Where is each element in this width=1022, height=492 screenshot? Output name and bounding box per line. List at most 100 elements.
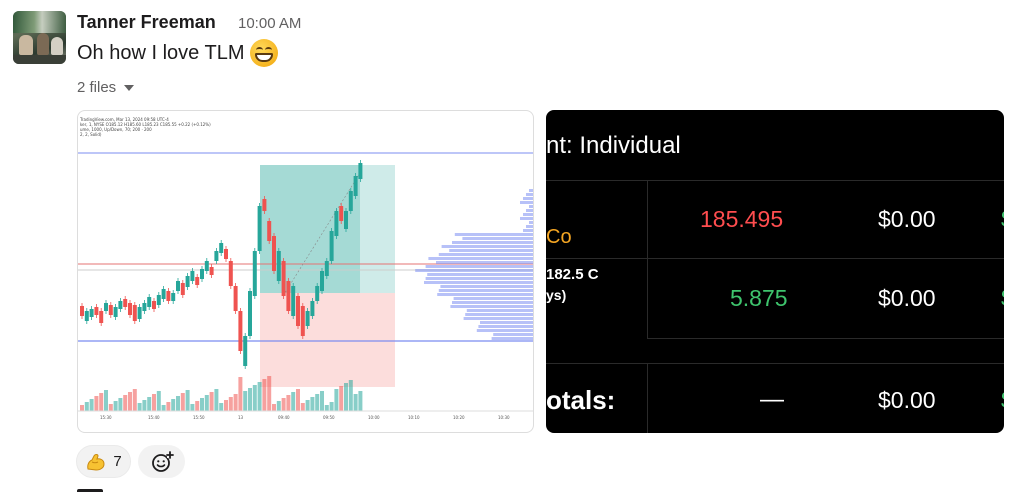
time-axis-label: 10:10 — [408, 415, 420, 420]
volume-bar — [310, 397, 315, 411]
volume-bar — [344, 383, 348, 411]
candle-body — [204, 261, 209, 271]
volume-bar — [300, 403, 305, 411]
candle-body — [257, 206, 262, 251]
volume-profile-bar — [449, 249, 533, 252]
add-emoji-icon — [151, 450, 174, 472]
add-reaction-button[interactable] — [138, 445, 185, 478]
candle-body — [185, 276, 190, 287]
volume-bar — [296, 389, 300, 411]
avatar[interactable] — [13, 11, 66, 64]
message-timestamp[interactable]: 10:00 AM — [238, 15, 301, 32]
candle-body — [353, 176, 358, 196]
volume-profile-bar — [478, 325, 533, 328]
candle-body — [348, 191, 353, 211]
reaction-flexed-biceps[interactable]: 7 — [76, 445, 131, 478]
candle-body — [329, 231, 334, 261]
attachment-table-image[interactable]: nt: Individual Co 185.495 $0.00 $ 182.5 … — [546, 110, 1004, 433]
candle-body — [310, 301, 315, 316]
row2-amount: $0.00 — [878, 285, 936, 311]
row1-name: Co — [546, 226, 572, 248]
volume-bar — [99, 393, 104, 411]
volume-profile-bar — [480, 321, 533, 324]
candle-body — [80, 306, 84, 316]
volume-bar — [214, 389, 219, 411]
candle-body — [195, 277, 200, 285]
volume-profile-bar — [438, 253, 533, 256]
caret-down-icon — [124, 84, 135, 91]
time-axis-label: 09:50 — [323, 415, 335, 420]
candle-body — [291, 286, 296, 316]
volume-profile-bar — [415, 269, 533, 272]
sender-name[interactable]: Tanner Freeman — [77, 12, 216, 33]
candle-body — [339, 206, 344, 221]
volume-profile-bar — [453, 297, 533, 300]
files-toggle[interactable]: 2 files — [77, 79, 135, 96]
volume-bar — [291, 392, 296, 411]
volume-bar — [315, 394, 320, 411]
volume-bar — [272, 404, 276, 411]
candle-body — [281, 261, 286, 296]
volume-bar — [113, 401, 118, 411]
candle-body — [89, 309, 94, 317]
candle-body — [344, 211, 348, 229]
volume-bar — [152, 394, 156, 411]
candle-body — [228, 261, 233, 286]
candle-body — [296, 296, 300, 326]
totals-amount: $0.00 — [878, 387, 936, 413]
time-axis-label: 09:40 — [278, 415, 290, 420]
volume-bar — [147, 397, 152, 411]
volume-profile-bar — [520, 201, 533, 204]
volume-bar — [339, 386, 344, 411]
candle-body — [214, 251, 219, 261]
volume-bar — [252, 385, 257, 411]
message-body: Oh how I love TLM — [77, 39, 279, 67]
volume-bar — [334, 389, 339, 411]
volume-profile-bar — [436, 261, 533, 264]
candle-body — [108, 305, 113, 315]
volume-profile-bar — [424, 281, 533, 284]
time-axis-label: 10:20 — [453, 415, 465, 420]
volume-profile-bar — [450, 305, 533, 308]
volume-profile-bar — [428, 257, 533, 260]
volume-profile-bar — [425, 277, 533, 280]
time-axis-label: 13 — [238, 415, 244, 420]
candle-body — [334, 211, 339, 236]
volume-bar — [329, 402, 334, 411]
candle-body — [166, 291, 171, 301]
row2-value: 5.875 — [730, 285, 788, 311]
volume-profile-bar — [493, 333, 533, 336]
candle-body — [176, 281, 180, 291]
volume-profile-bar — [529, 205, 533, 208]
candle-body — [320, 271, 324, 291]
stop-zone — [260, 293, 395, 387]
volume-profile-bar — [526, 193, 533, 196]
candle-body — [118, 301, 123, 309]
candle-body — [305, 311, 310, 326]
time-axis-label: 15:50 — [193, 415, 205, 420]
candle-body — [137, 307, 142, 319]
row2-name-line1: 182.5 C — [546, 266, 599, 283]
volume-profile-bar — [526, 209, 533, 212]
volume-bar — [80, 405, 84, 411]
volume-bar — [243, 391, 248, 411]
candle-body — [147, 297, 152, 307]
volume-bar — [224, 400, 228, 411]
candle-body — [156, 295, 161, 305]
row1-value: 185.495 — [700, 206, 784, 232]
volume-profile-bar — [523, 213, 533, 216]
time-axis-label: 10:30 — [498, 415, 510, 420]
candle-body — [84, 311, 89, 321]
attachment-chart-image[interactable]: TradingView.com, Mar 13, 2024 09:58 UTC-… — [77, 110, 534, 433]
candle-body — [276, 251, 281, 281]
volume-bar — [353, 394, 358, 411]
volume-profile-bar — [529, 221, 533, 224]
candle-body — [358, 163, 363, 179]
volume-profile-bar — [529, 189, 533, 192]
candle-body — [262, 199, 267, 211]
candle-body — [224, 249, 228, 259]
volume-profile-bar — [466, 309, 533, 312]
volume-bar — [204, 395, 209, 411]
row1-amount: $0.00 — [878, 206, 936, 232]
candle-body — [272, 236, 276, 271]
